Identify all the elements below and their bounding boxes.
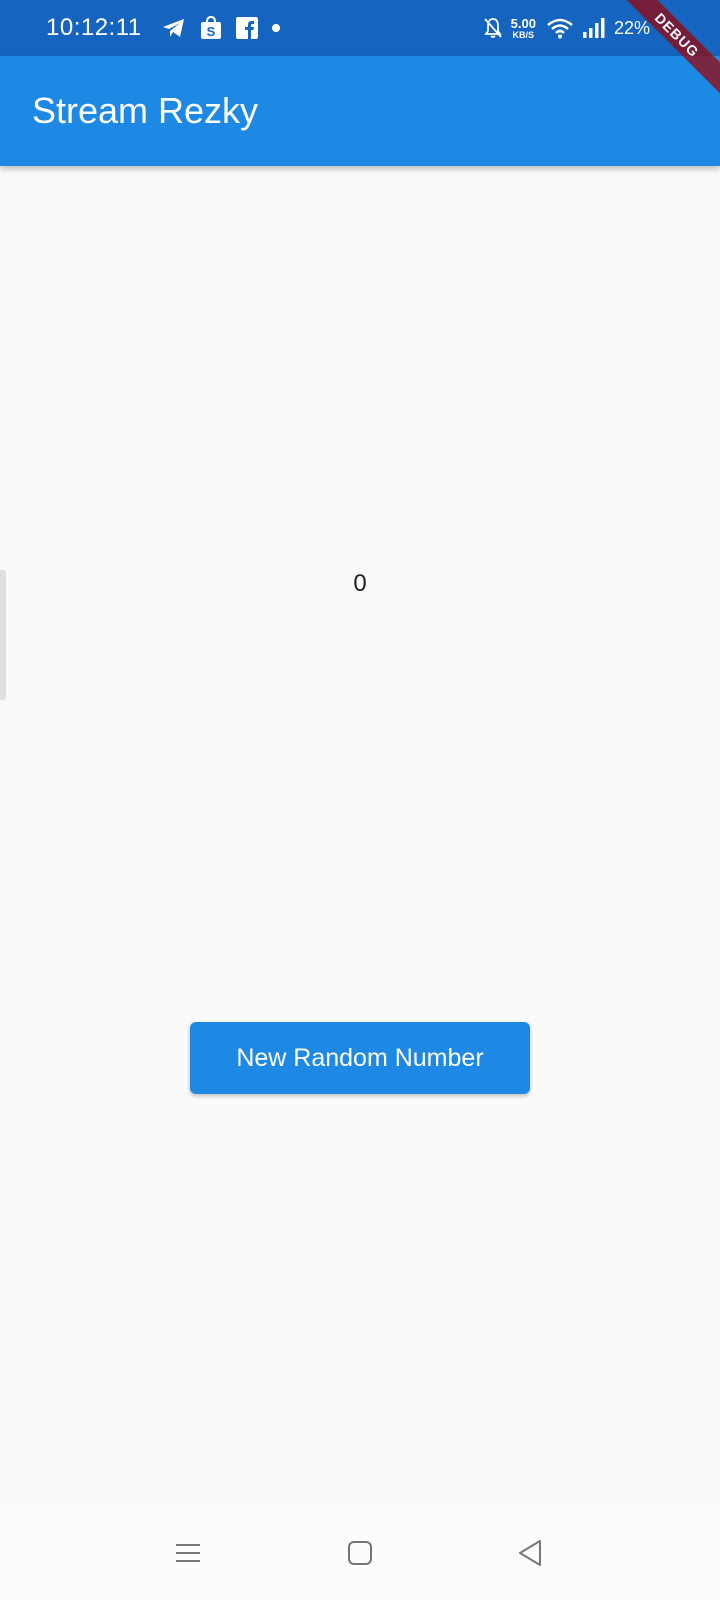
system-nav-bar [0,1510,720,1600]
svg-text:S: S [206,24,215,39]
home-button[interactable] [330,1530,390,1580]
mute-bell-icon [483,17,503,39]
facebook-icon [235,17,258,39]
shopee-bag-icon: S [200,16,222,40]
home-icon [347,1540,373,1571]
app-bar-title: Stream Rezky [32,90,259,131]
network-speed-value: 5.00 [510,15,536,31]
back-icon [517,1539,543,1572]
status-time: 10:12:11 [46,14,142,41]
debug-banner: DEBUG [616,0,720,96]
recent-apps-button[interactable] [158,1530,218,1580]
signal-icon [582,17,606,39]
wifi-icon [546,17,574,39]
back-button[interactable] [500,1530,560,1580]
network-speed: 5.00 KB/S [511,17,536,40]
telegram-icon [162,17,186,39]
status-left: 10:12:11 S [46,0,294,56]
notification-dot-icon [271,24,280,32]
random-number-display: 0 [353,570,367,597]
network-speed-unit: KB/S [512,29,535,40]
new-random-number-button[interactable]: New Random Number [190,1022,530,1094]
recent-apps-icon [175,1542,201,1569]
debug-banner-container: DEBUG [610,0,720,110]
